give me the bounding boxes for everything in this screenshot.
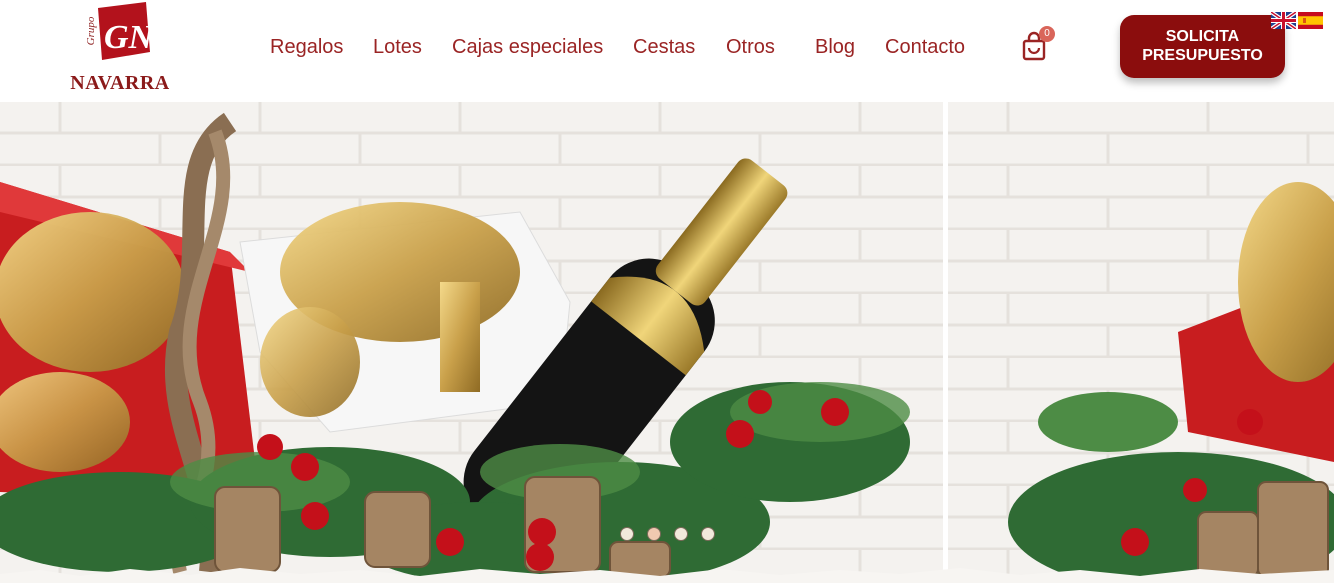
nav-item-lotes[interactable]: Lotes (373, 36, 422, 59)
hero-slide-image (0, 102, 943, 583)
hero-next-slide-image (948, 102, 1334, 583)
main-nav: Regalos Lotes Cajas especiales Cestas Ot… (0, 36, 1000, 60)
language-switcher (1271, 12, 1324, 30)
nav-item-cestas[interactable]: Cestas (633, 36, 695, 59)
nav-item-otros[interactable]: Otros (726, 36, 775, 59)
cart-button[interactable]: 0 (1020, 26, 1056, 64)
nav-item-blog[interactable]: Blog (815, 36, 855, 59)
request-quote-button[interactable]: Solicita presupuesto (1120, 15, 1285, 78)
slider-dot-4[interactable] (701, 527, 715, 541)
torn-paper-edge (0, 568, 1334, 583)
site-header: GN Grupo NAVARRA Regalos Lotes Cajas esp… (0, 0, 1334, 102)
nav-item-regalos[interactable]: Regalos (270, 36, 343, 59)
slider-pagination (620, 527, 720, 543)
slider-dot-2[interactable] (647, 527, 661, 541)
nav-item-contacto[interactable]: Contacto (885, 36, 965, 59)
hero-slider (0, 102, 1334, 583)
slider-dot-1[interactable] (620, 527, 634, 541)
spain-flag-icon[interactable] (1298, 12, 1323, 29)
nav-item-cajas-especiales[interactable]: Cajas especiales (452, 36, 603, 59)
uk-flag-icon[interactable] (1271, 12, 1296, 29)
logo-name: NAVARRA (70, 72, 170, 94)
cart-count-badge: 0 (1039, 26, 1055, 42)
slider-dot-3[interactable] (674, 527, 688, 541)
